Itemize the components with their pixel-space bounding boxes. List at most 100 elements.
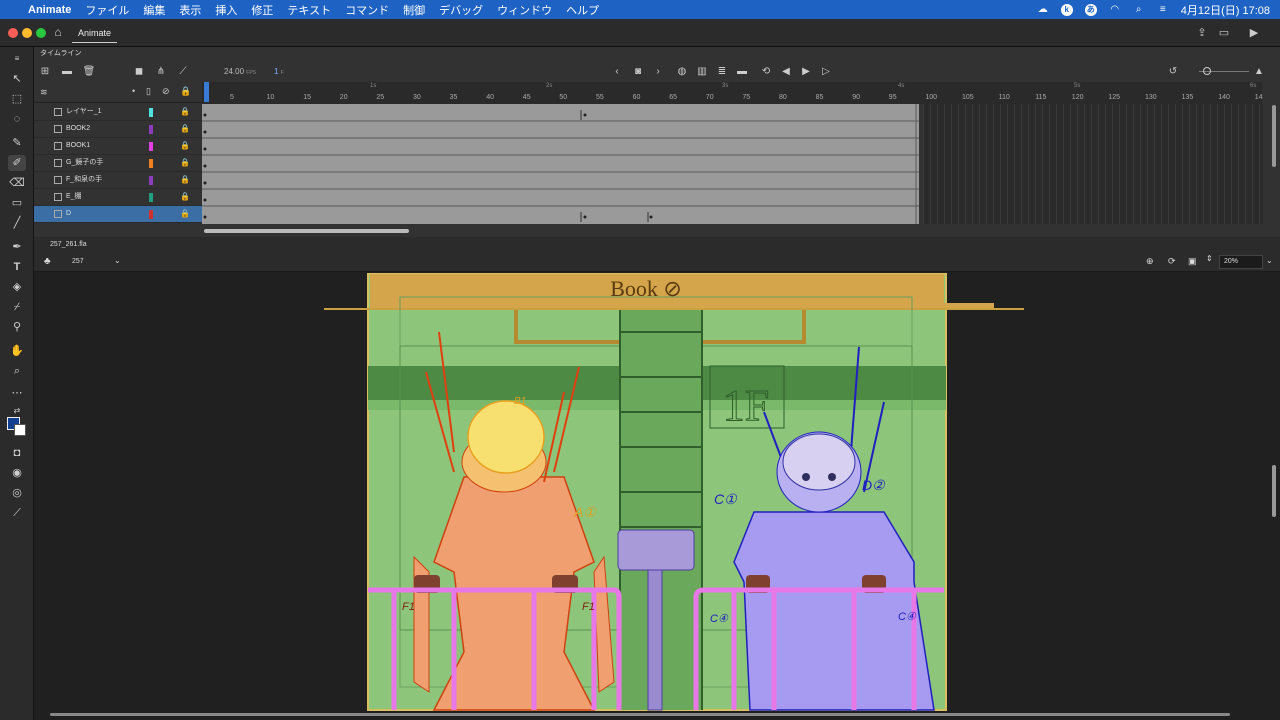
step-forward-icon[interactable]: ▷: [819, 65, 833, 79]
menu-text[interactable]: テキスト: [287, 2, 331, 18]
creative-cloud-icon[interactable]: ☁: [1037, 4, 1049, 16]
snap-icon[interactable]: ⊕: [1146, 256, 1154, 267]
layer-row[interactable]: BOOK1 🔒: [34, 138, 202, 155]
minimize-window-button[interactable]: [22, 28, 32, 38]
edit-multiple-icon[interactable]: ≣: [715, 65, 729, 79]
line-tool-icon[interactable]: ╱: [8, 215, 26, 231]
share-icon[interactable]: ⇪: [1194, 25, 1210, 41]
k-app-icon[interactable]: k: [1060, 3, 1073, 16]
playhead[interactable]: [204, 82, 209, 102]
lock-icon[interactable]: 🔒: [180, 189, 190, 205]
layer-color-swatch[interactable]: [149, 125, 153, 134]
stage-area[interactable]: Book ⊘ 1F A① C① D② F1 F1 C④ C④ B1: [34, 272, 1280, 720]
loop-icon[interactable]: ⟲: [759, 65, 773, 79]
center-frame-icon[interactable]: ↺: [1166, 65, 1180, 79]
menu-insert[interactable]: 挿入: [215, 2, 237, 18]
clip-stage-icon[interactable]: ▣: [1188, 256, 1197, 267]
lock-icon[interactable]: 🔒: [180, 172, 190, 188]
zoom-window-button[interactable]: [36, 28, 46, 38]
pin-tool-icon[interactable]: ⚲: [8, 319, 26, 335]
frames-grid[interactable]: [202, 104, 919, 224]
layer-color-swatch[interactable]: [149, 142, 153, 151]
zoom-dropdown-icon[interactable]: ⌄: [1266, 256, 1273, 265]
graph-icon[interactable]: ⟋: [176, 65, 190, 79]
menu-view[interactable]: 表示: [179, 2, 201, 18]
play-icon[interactable]: ▶: [799, 65, 813, 79]
control-center-icon[interactable]: ≡: [1157, 4, 1169, 16]
test-movie-icon[interactable]: ▶: [1246, 25, 1262, 41]
zoom-tool-icon[interactable]: ⌕: [8, 363, 26, 379]
timeline-scrollbar[interactable]: [204, 229, 409, 233]
camera-icon[interactable]: ◼: [132, 65, 146, 79]
layer-row[interactable]: E_棚 🔒: [34, 189, 202, 206]
zoom-stepper-icon[interactable]: ⇕: [1206, 254, 1213, 263]
lock-icon[interactable]: 🔒: [180, 206, 190, 222]
free-transform-tool-icon[interactable]: ⬚: [8, 91, 26, 107]
more-tools-icon[interactable]: ⋯: [8, 385, 26, 401]
lock-icon[interactable]: 🔒: [180, 138, 190, 154]
pen-tool-icon[interactable]: ✒: [8, 239, 26, 255]
menu-commands[interactable]: コマンド: [345, 2, 389, 18]
brush-tool-icon[interactable]: ✐: [8, 155, 26, 171]
onion-outline-icon[interactable]: ▥: [695, 65, 709, 79]
rotate-stage-icon[interactable]: ⟳: [1168, 256, 1176, 267]
frame-size-knob[interactable]: [1203, 67, 1211, 75]
panel-menu-icon[interactable]: ≡: [8, 51, 26, 67]
layer-color-swatch[interactable]: [149, 210, 153, 219]
new-folder-icon[interactable]: ▬: [60, 65, 74, 79]
eyedropper-tool-icon[interactable]: ⌿: [8, 299, 26, 315]
current-frame-display[interactable]: 1 F: [274, 67, 284, 76]
prev-keyframe-icon[interactable]: ‹: [610, 65, 624, 79]
insert-keyframe-icon[interactable]: ◙: [631, 65, 645, 79]
hand-tool-icon[interactable]: ✋: [8, 343, 26, 359]
brush-mode-icon[interactable]: ◉: [8, 465, 26, 481]
paint-brush-tool-icon[interactable]: ✎: [8, 135, 26, 151]
menu-file[interactable]: ファイル: [85, 2, 129, 18]
step-back-icon[interactable]: ◀: [779, 65, 793, 79]
pressure-icon[interactable]: ◎: [8, 485, 26, 501]
tool-options-icon[interactable]: ⟋: [8, 505, 26, 521]
layer-row[interactable]: G_鏡子の手 🔒: [34, 155, 202, 172]
parenting-icon[interactable]: ⋔: [154, 65, 168, 79]
search-icon[interactable]: ⌕: [1133, 4, 1145, 16]
outline-icon[interactable]: ▯: [146, 86, 151, 97]
timeline-vertical-scrollbar[interactable]: [1272, 105, 1276, 167]
next-keyframe-icon[interactable]: ›: [651, 65, 665, 79]
clock[interactable]: 4月12日(日) 17:08: [1181, 2, 1270, 18]
input-method-icon[interactable]: あ: [1084, 3, 1097, 16]
new-layer-icon[interactable]: ⊞: [38, 65, 52, 79]
scene-icon[interactable]: ♣: [44, 256, 51, 267]
app-menu[interactable]: Animate: [28, 4, 71, 16]
stage-artwork[interactable]: Book ⊘ 1F A① C① D② F1 F1 C④ C④ B1: [34, 272, 1280, 720]
insert-frame-icon[interactable]: ▬: [735, 65, 749, 79]
wifi-icon[interactable]: ◠: [1109, 4, 1121, 16]
object-drawing-icon[interactable]: ◘: [8, 445, 26, 461]
stage-horizontal-scrollbar[interactable]: [50, 713, 1230, 716]
paint-bucket-tool-icon[interactable]: ◈: [8, 279, 26, 295]
rectangle-tool-icon[interactable]: ▭: [8, 195, 26, 211]
highlight-icon[interactable]: •: [132, 86, 135, 96]
workspace-icon[interactable]: ▭: [1216, 25, 1232, 41]
text-tool-icon[interactable]: T: [8, 259, 26, 275]
mountain-icon[interactable]: ▲: [1252, 65, 1266, 79]
delete-layer-icon[interactable]: 🗑: [82, 65, 96, 79]
lock-icon[interactable]: 🔒: [180, 104, 190, 120]
fps-display[interactable]: 24.00 FPS: [224, 67, 256, 76]
onion-skin-icon[interactable]: ◍: [675, 65, 689, 79]
layer-row[interactable]: D 🔒: [34, 206, 202, 223]
scene-name[interactable]: 257: [72, 258, 84, 265]
stage-vertical-scrollbar[interactable]: [1272, 465, 1276, 517]
menu-window[interactable]: ウィンドウ: [497, 2, 552, 18]
menu-edit[interactable]: 編集: [143, 2, 165, 18]
lock-icon[interactable]: 🔒: [180, 155, 190, 171]
empty-frames[interactable]: [923, 104, 1263, 224]
lock-icon[interactable]: 🔒: [180, 121, 190, 137]
app-tab[interactable]: Animate: [72, 23, 118, 43]
home-icon[interactable]: ⌂: [50, 25, 66, 41]
layer-color-swatch[interactable]: [149, 108, 153, 117]
layer-row[interactable]: レイヤー_1 🔒: [34, 104, 202, 121]
selection-tool-icon[interactable]: ↖: [8, 71, 26, 87]
layer-row[interactable]: F_和泉の手 🔒: [34, 172, 202, 189]
scene-dropdown-icon[interactable]: ⌄: [114, 256, 121, 265]
lasso-tool-icon[interactable]: ◌: [8, 111, 26, 127]
